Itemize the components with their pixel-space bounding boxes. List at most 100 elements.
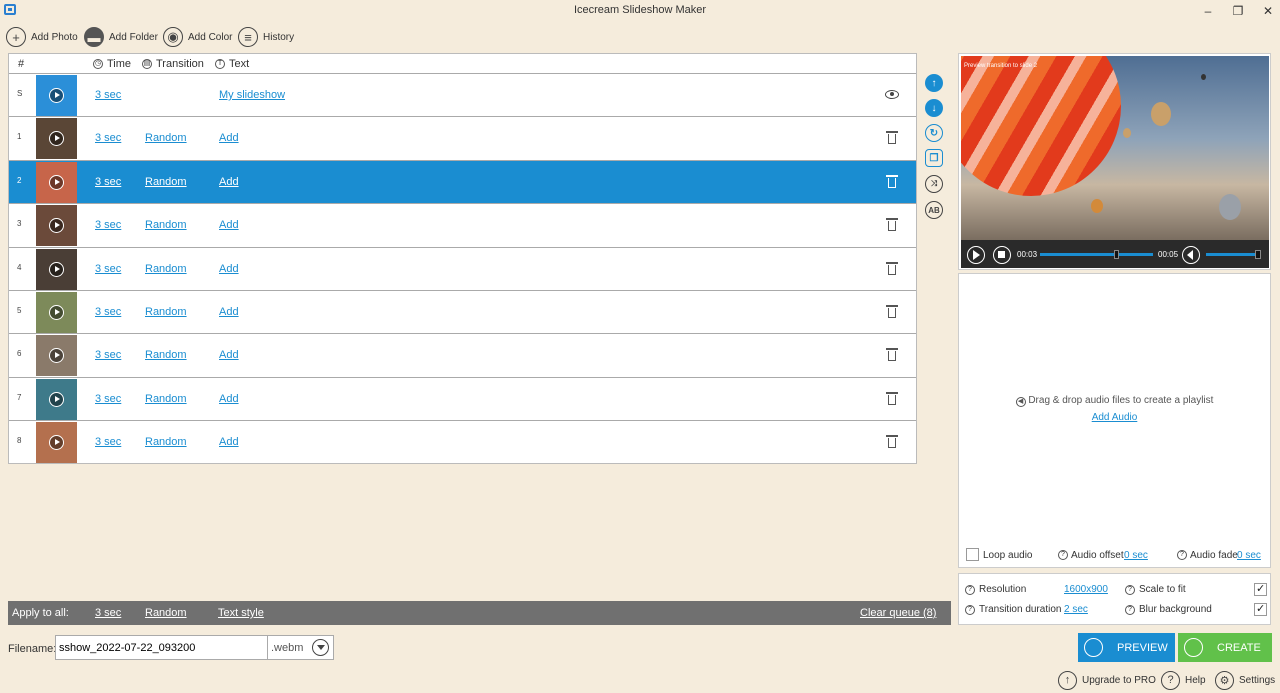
filename-input[interactable] (55, 635, 268, 660)
trash-icon[interactable] (886, 348, 898, 362)
row-text-link[interactable]: Add (219, 393, 239, 405)
add-photo-button[interactable]: + Add Photo (6, 26, 78, 48)
create-button[interactable]: CREATE (1178, 633, 1272, 662)
clear-queue-link[interactable]: Clear queue (8) (860, 607, 936, 619)
row-number: 6 (17, 349, 22, 359)
row-transition-link[interactable]: Random (145, 349, 187, 361)
row-text-link[interactable]: Add (219, 132, 239, 144)
text-style-button[interactable]: AB (925, 201, 943, 219)
rotate-button[interactable]: ↻ (925, 124, 943, 142)
slide-thumbnail[interactable] (36, 378, 77, 420)
volume-button[interactable] (1182, 246, 1200, 264)
loop-audio-checkbox[interactable] (966, 548, 979, 561)
trash-icon[interactable] (886, 391, 898, 405)
help-button[interactable]: ? Help (1161, 670, 1206, 690)
add-color-button[interactable]: ◉ Add Color (163, 26, 232, 48)
row-text-link[interactable]: Add (219, 349, 239, 361)
row-time-link[interactable]: 3 sec (95, 176, 121, 188)
row-transition-link[interactable]: Random (145, 306, 187, 318)
preview-button[interactable]: PREVIEW (1078, 633, 1175, 662)
seek-handle[interactable] (1114, 250, 1119, 259)
row-transition-link[interactable]: Random (145, 132, 187, 144)
table-row[interactable]: 7 3 sec Random Add (9, 376, 916, 420)
slide-thumbnail[interactable] (36, 205, 77, 247)
slide-thumbnail[interactable] (36, 161, 77, 203)
blur-background-checkbox[interactable] (1254, 602, 1267, 616)
trash-icon[interactable] (886, 435, 898, 449)
row-text-link[interactable]: My slideshow (219, 89, 285, 101)
table-row[interactable]: 3 3 sec Random Add (9, 203, 916, 247)
volume-bar[interactable] (1206, 253, 1259, 256)
help-icon[interactable]: ? (1125, 604, 1135, 615)
row-time-link[interactable]: 3 sec (95, 132, 121, 144)
apply-text-style-link[interactable]: Text style (218, 607, 264, 619)
table-row[interactable]: 5 3 sec Random Add (9, 290, 916, 333)
trash-icon[interactable] (886, 131, 898, 145)
row-time-link[interactable]: 3 sec (95, 349, 121, 361)
eye-icon[interactable] (885, 90, 899, 99)
slide-thumbnail[interactable] (36, 292, 77, 333)
slide-thumbnail[interactable] (36, 248, 77, 290)
help-icon[interactable]: ? (1125, 584, 1135, 595)
move-down-button[interactable]: ↓ (925, 99, 943, 117)
row-text-link[interactable]: Add (219, 306, 239, 318)
apply-time-link[interactable]: 3 sec (95, 607, 121, 619)
close-button[interactable]: ✕ (1254, 2, 1280, 20)
table-row[interactable]: 1 3 sec Random Add (9, 116, 916, 160)
trash-icon[interactable] (886, 218, 898, 232)
history-button[interactable]: ≡ History (238, 26, 294, 48)
row-time-link[interactable]: 3 sec (95, 263, 121, 275)
row-number: 8 (17, 436, 22, 446)
table-row[interactable]: 4 3 sec Random Add (9, 246, 916, 290)
slide-thumbnail[interactable] (36, 75, 77, 116)
row-text-link[interactable]: Add (219, 263, 239, 275)
duplicate-button[interactable]: ❐ (925, 149, 943, 167)
slide-thumbnail[interactable] (36, 422, 77, 464)
audio-offset-value[interactable]: 0 sec (1124, 550, 1148, 561)
restore-button[interactable]: ❐ (1224, 2, 1252, 20)
help-icon[interactable]: ? (965, 584, 975, 595)
row-transition-link[interactable]: Random (145, 219, 187, 231)
row-transition-link[interactable]: Random (145, 176, 187, 188)
audio-fade-value[interactable]: 0 sec (1237, 550, 1261, 561)
transition-duration-value[interactable]: 2 sec (1064, 604, 1088, 615)
format-dropdown-icon[interactable] (312, 639, 329, 656)
row-time-link[interactable]: 3 sec (95, 219, 121, 231)
add-folder-button[interactable]: ▬ Add Folder (84, 26, 158, 48)
row-text-link[interactable]: Add (219, 436, 239, 448)
help-icon[interactable]: ? (965, 604, 975, 615)
trash-icon[interactable] (886, 174, 898, 188)
trash-icon[interactable] (886, 261, 898, 275)
row-time-link[interactable]: 3 sec (95, 306, 121, 318)
table-row[interactable]: 8 3 sec Random Add (9, 420, 916, 464)
stop-button[interactable] (993, 246, 1011, 264)
shuffle-button[interactable]: ⤨ (925, 175, 943, 193)
help-icon[interactable]: ? (1177, 550, 1187, 560)
play-button[interactable] (967, 246, 985, 264)
scale-to-fit-checkbox[interactable] (1254, 582, 1267, 596)
table-row[interactable]: 6 3 sec Random Add (9, 333, 916, 377)
row-time-link[interactable]: 3 sec (95, 89, 121, 101)
resolution-value[interactable]: 1600x900 (1064, 584, 1108, 595)
help-icon[interactable]: ? (1058, 550, 1068, 560)
row-text-link[interactable]: Add (219, 219, 239, 231)
settings-button[interactable]: ⚙ Settings (1215, 670, 1275, 690)
trash-icon[interactable] (886, 305, 898, 318)
upgrade-button[interactable]: ↑ Upgrade to PRO (1058, 670, 1156, 690)
slide-thumbnail[interactable] (36, 118, 77, 160)
volume-handle[interactable] (1255, 250, 1261, 259)
row-transition-link[interactable]: Random (145, 393, 187, 405)
table-row[interactable]: S 3 sec My slideshow (9, 73, 916, 116)
row-transition-link[interactable]: Random (145, 263, 187, 275)
move-up-button[interactable]: ↑ (925, 74, 943, 92)
minimize-button[interactable]: – (1194, 2, 1222, 20)
row-transition-link[interactable]: Random (145, 436, 187, 448)
row-time-link[interactable]: 3 sec (95, 393, 121, 405)
row-text-link[interactable]: Add (219, 176, 239, 188)
table-row[interactable]: 2 3 sec Random Add (9, 159, 916, 203)
row-time-link[interactable]: 3 sec (95, 436, 121, 448)
slide-thumbnail[interactable] (36, 335, 77, 377)
add-audio-link[interactable]: Add Audio (958, 412, 1271, 423)
seek-bar[interactable] (1040, 253, 1153, 256)
apply-transition-link[interactable]: Random (145, 607, 187, 619)
